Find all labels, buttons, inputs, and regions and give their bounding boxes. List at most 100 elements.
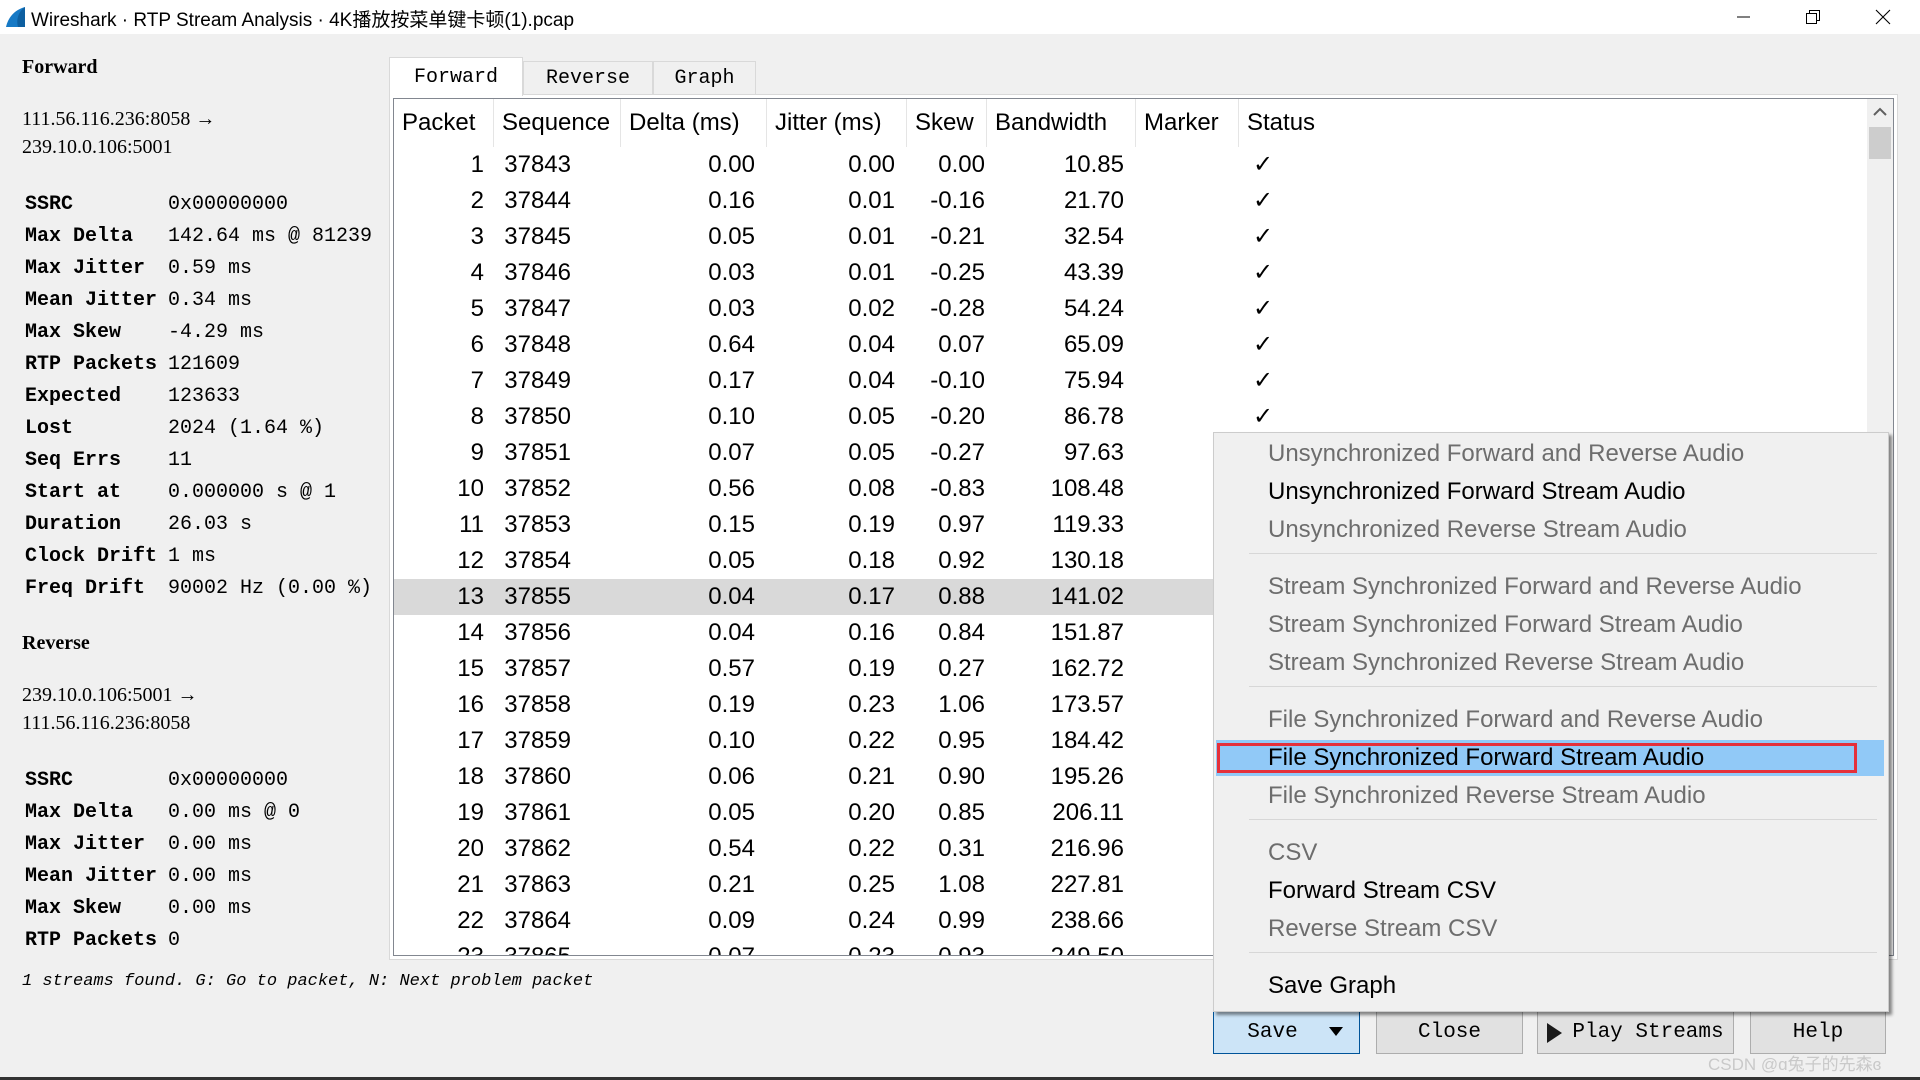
status-check-icon: ✓ (1253, 259, 1274, 286)
status-check-icon: ✓ (1253, 403, 1274, 430)
table-cell: 86.78 (1063, 403, 1124, 430)
menu-item-stream-synchronized-forward-stream-audio[interactable]: Stream Synchronized Forward Stream Audio (1216, 607, 1884, 643)
table-row[interactable]: 4 37846 0.03 0.01 -0.25 43.39 ✓ (394, 255, 1864, 291)
tab-graph[interactable]: Graph (653, 61, 756, 95)
menu-item-label: Forward Stream CSV (1268, 877, 1497, 904)
table-cell: 0.31 (938, 835, 985, 862)
table-cell: 0.19 (848, 511, 895, 538)
table-cell: 130.18 (1050, 547, 1124, 574)
table-cell: -0.28 (930, 295, 985, 322)
column-header-delta-ms[interactable]: Delta (ms) (621, 99, 767, 147)
table-cell: -0.16 (930, 187, 985, 214)
table-row[interactable]: 13 37855 0.04 0.17 0.88 141.02 (394, 579, 1214, 615)
help-button[interactable]: Help (1750, 1011, 1886, 1054)
column-header-jitter-ms[interactable]: Jitter (ms) (767, 99, 907, 147)
table-row[interactable]: 7 37849 0.17 0.04 -0.10 75.94 ✓ (394, 363, 1864, 399)
menu-item-label: Stream Synchronized Forward Stream Audio (1268, 611, 1743, 638)
forward-heading: Forward (22, 56, 98, 78)
close-button[interactable]: Close (1376, 1011, 1523, 1054)
table-cell: 75.94 (1063, 367, 1124, 394)
table-cell (1136, 363, 1239, 399)
table-cell: 19 (457, 799, 484, 826)
table-cell: 0.84 (938, 619, 985, 646)
scroll-up-button[interactable] (1867, 99, 1893, 125)
menu-item-label: Stream Synchronized Reverse Stream Audio (1268, 649, 1745, 676)
table-cell: 0.00 (708, 151, 755, 178)
menu-item-unsynchronized-forward-stream-audio[interactable]: Unsynchronized Forward Stream Audio (1216, 474, 1884, 510)
table-cell: 216.96 (1050, 835, 1124, 862)
table-cell: 3 (470, 223, 484, 250)
menu-item-unsynchronized-forward-and-reverse-audio[interactable]: Unsynchronized Forward and Reverse Audio (1216, 436, 1884, 472)
table-cell: 18 (457, 763, 484, 790)
restore-button[interactable] (1778, 0, 1848, 34)
menu-item-file-synchronized-reverse-stream-audio[interactable]: File Synchronized Reverse Stream Audio (1216, 778, 1884, 814)
stat-label: Duration (25, 513, 122, 536)
table-cell: 0.97 (938, 511, 985, 538)
table-cell: 0.00 (938, 151, 985, 178)
minimize-button[interactable] (1708, 0, 1778, 34)
table-cell: 0.10 (708, 727, 755, 754)
table-cell: 10.85 (1063, 151, 1124, 178)
table-cell: 37865 (494, 939, 621, 955)
menu-item-file-synchronized-forward-and-reverse-audio[interactable]: File Synchronized Forward and Reverse Au… (1216, 702, 1884, 738)
table-cell: 0.20 (848, 799, 895, 826)
menu-item-label: Stream Synchronized Forward and Reverse … (1268, 573, 1802, 600)
table-cell: 37862 (504, 835, 571, 862)
stat-value: 0.59 ms (168, 257, 253, 280)
scroll-thumb[interactable] (1869, 127, 1891, 159)
table-cell: 0.01 (848, 223, 895, 250)
column-header-bandwidth[interactable]: Bandwidth (987, 99, 1136, 147)
stat-label: Max Jitter (25, 257, 146, 280)
save-button[interactable]: Save (1213, 1011, 1360, 1054)
table-row[interactable]: 6 37848 0.64 0.04 0.07 65.09 ✓ (394, 327, 1864, 363)
table-cell: 23 (394, 939, 494, 955)
menu-item-file-synchronized-forward-stream-audio[interactable]: File Synchronized Forward Stream Audio (1216, 740, 1884, 776)
stat-value: 0x00000000 (168, 769, 289, 792)
table-cell: 37858 (504, 691, 571, 718)
table-cell: 37859 (504, 727, 571, 754)
stat-label: Max Delta (25, 801, 134, 824)
table-cell: 13 (457, 583, 484, 610)
column-header-status[interactable]: Status (1239, 99, 1439, 147)
column-header-packet[interactable]: Packet (394, 99, 494, 147)
table-row[interactable]: 1 37843 0.00 0.00 0.00 10.85 ✓ (394, 147, 1864, 183)
tab-reverse[interactable]: Reverse (523, 61, 653, 95)
table-row[interactable]: 5 37847 0.03 0.02 -0.28 54.24 ✓ (394, 291, 1864, 327)
menu-item-label: File Synchronized Forward and Reverse Au… (1268, 706, 1763, 733)
menu-item-unsynchronized-reverse-stream-audio[interactable]: Unsynchronized Reverse Stream Audio (1216, 512, 1884, 548)
reverse-address-dst: 111.56.116.236:8058 (22, 712, 191, 734)
column-header-sequence[interactable]: Sequence (494, 99, 621, 147)
restore-icon (1806, 10, 1820, 24)
table-row[interactable]: 8 37850 0.10 0.05 -0.20 86.78 ✓ (394, 399, 1864, 435)
play-streams-button[interactable]: Play Streams (1537, 1011, 1734, 1054)
menu-item-forward-stream-csv[interactable]: Forward Stream CSV (1216, 873, 1884, 909)
stat-label: SSRC (25, 769, 74, 792)
menu-item-label: CSV (1268, 839, 1318, 866)
table-cell: 37855 (504, 583, 571, 610)
stat-value: 90002 Hz (0.00 %) (168, 577, 373, 600)
column-header-marker[interactable]: Marker (1136, 99, 1239, 147)
forward-address-dst: 239.10.0.106:5001 (22, 136, 173, 158)
tab-forward[interactable]: Forward (389, 57, 523, 96)
menu-item-stream-synchronized-reverse-stream-audio[interactable]: Stream Synchronized Reverse Stream Audio (1216, 645, 1884, 681)
stat-value: -4.29 ms (168, 321, 265, 344)
table-cell: 0.25 (848, 871, 895, 898)
stat-label: Mean Jitter (25, 289, 158, 312)
menu-item-save-graph[interactable]: Save Graph (1216, 968, 1884, 1004)
table-cell: 6 (470, 331, 484, 358)
table-cell: 0.16 (708, 187, 755, 214)
table-cell: 0.04 (708, 619, 755, 646)
table-cell: 0.15 (708, 511, 755, 538)
menu-item-stream-synchronized-forward-and-reverse-audio[interactable]: Stream Synchronized Forward and Reverse … (1216, 569, 1884, 605)
table-cell: 108.48 (1050, 475, 1124, 502)
menu-item-csv[interactable]: CSV (1216, 835, 1884, 871)
table-row[interactable]: 2 37844 0.16 0.01 -0.16 21.70 ✓ (394, 183, 1864, 219)
table-row[interactable]: 3 37845 0.05 0.01 -0.21 32.54 ✓ (394, 219, 1864, 255)
close-window-button[interactable] (1848, 0, 1918, 34)
stat-label: Max Delta (25, 225, 134, 248)
menu-separator (1249, 819, 1877, 820)
table-cell: 0.02 (848, 295, 895, 322)
column-header-skew[interactable]: Skew (907, 99, 987, 147)
table-cell: 37860 (504, 763, 571, 790)
menu-item-reverse-stream-csv[interactable]: Reverse Stream CSV (1216, 911, 1884, 947)
